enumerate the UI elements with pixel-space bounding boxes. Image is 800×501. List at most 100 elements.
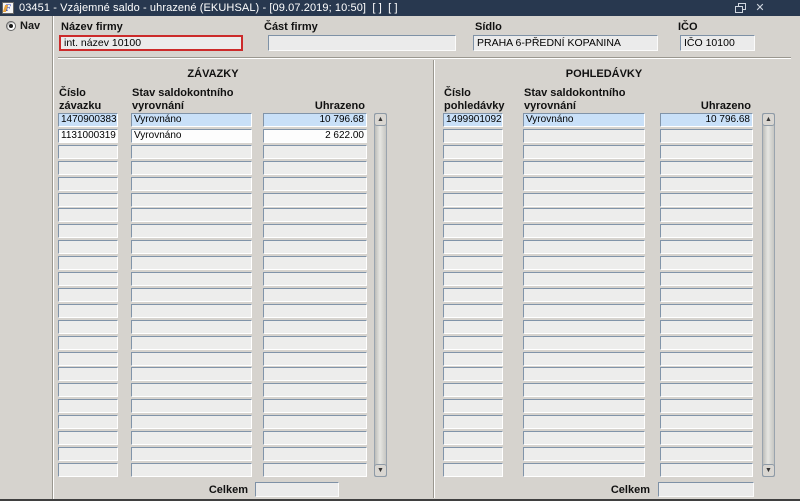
zavazky-cell-uhrazeno[interactable]	[263, 176, 367, 191]
pohledavky-cell-uhrazeno[interactable]	[660, 335, 753, 350]
pohledavky-cell-uhrazeno[interactable]	[660, 399, 753, 414]
pohledavky-scroll-up-icon[interactable]: ▲	[762, 113, 775, 126]
pohledavky-cell-uhrazeno[interactable]	[660, 446, 753, 461]
pohledavky-cell-uhrazeno[interactable]	[660, 367, 753, 382]
zavazky-cell-cislo[interactable]	[58, 303, 118, 318]
zavazky-cell-cislo[interactable]	[58, 462, 118, 477]
pohledavky-cell-cislo[interactable]	[443, 415, 503, 430]
close-window-icon[interactable]: ✕	[754, 2, 766, 14]
zavazky-cell-uhrazeno[interactable]: 10 796.68	[263, 113, 367, 127]
pohledavky-cell-uhrazeno[interactable]	[660, 383, 753, 398]
pohledavky-cell-uhrazeno[interactable]	[660, 462, 753, 477]
zavazky-celkem-field[interactable]	[255, 482, 339, 497]
pohledavky-cell-cislo[interactable]	[443, 335, 503, 350]
zavazky-cell-uhrazeno[interactable]	[263, 335, 367, 350]
zavazky-scroll-up-icon[interactable]: ▲	[374, 113, 387, 126]
zavazky-cell-uhrazeno[interactable]	[263, 446, 367, 461]
restore-window-icon[interactable]	[734, 2, 746, 14]
pohledavky-cell-uhrazeno[interactable]	[660, 160, 753, 175]
zavazky-cell-stav[interactable]	[131, 192, 252, 207]
zavazky-cell-uhrazeno[interactable]	[263, 415, 367, 430]
pohledavky-cell-cislo[interactable]	[443, 287, 503, 302]
pohledavky-cell-cislo[interactable]	[443, 431, 503, 445]
pohledavky-cell-stav[interactable]	[523, 192, 645, 207]
zavazky-cell-cislo[interactable]	[58, 351, 118, 366]
zavazky-cell-stav[interactable]	[131, 351, 252, 366]
pohledavky-cell-cislo[interactable]	[443, 351, 503, 366]
zavazky-cell-stav[interactable]	[131, 462, 252, 477]
pohledavky-cell-cislo[interactable]	[443, 367, 503, 382]
pohledavky-cell-cislo[interactable]	[443, 144, 503, 159]
zavazky-cell-uhrazeno[interactable]	[263, 383, 367, 398]
pohledavky-cell-stav[interactable]	[523, 224, 645, 239]
zavazky-cell-cislo[interactable]	[58, 224, 118, 239]
zavazky-cell-cislo[interactable]	[58, 208, 118, 223]
zavazky-cell-stav[interactable]	[131, 208, 252, 223]
zavazky-cell-cislo[interactable]	[58, 256, 118, 271]
pohledavky-cell-stav[interactable]	[523, 240, 645, 255]
pohledavky-cell-stav[interactable]	[523, 351, 645, 366]
pohledavky-cell-cislo[interactable]	[443, 160, 503, 175]
pohledavky-cell-cislo[interactable]	[443, 240, 503, 255]
pohledavky-cell-uhrazeno[interactable]: 10 796.68	[660, 113, 753, 127]
pohledavky-scrollbar[interactable]	[762, 113, 775, 477]
pohledavky-cell-stav[interactable]	[523, 462, 645, 477]
pohledavky-cell-stav[interactable]	[523, 208, 645, 223]
cast-firmy-input[interactable]	[268, 35, 456, 51]
pohledavky-cell-cislo[interactable]	[443, 176, 503, 191]
pohledavky-cell-cislo[interactable]	[443, 224, 503, 239]
zavazky-cell-cislo[interactable]	[58, 431, 118, 445]
nav-radio-button[interactable]	[6, 21, 16, 31]
zavazky-cell-uhrazeno[interactable]	[263, 367, 367, 382]
zavazky-cell-stav[interactable]	[131, 431, 252, 445]
pohledavky-cell-stav[interactable]	[523, 335, 645, 350]
zavazky-cell-stav[interactable]	[131, 144, 252, 159]
nav-radio-group[interactable]: Nav	[6, 20, 40, 32]
zavazky-cell-uhrazeno[interactable]	[263, 256, 367, 271]
pohledavky-cell-cislo[interactable]	[443, 462, 503, 477]
zavazky-cell-uhrazeno[interactable]	[263, 431, 367, 445]
zavazky-cell-cislo[interactable]: 1470900383	[58, 113, 118, 127]
pohledavky-cell-uhrazeno[interactable]	[660, 224, 753, 239]
pohledavky-cell-uhrazeno[interactable]	[660, 319, 753, 334]
zavazky-cell-uhrazeno[interactable]	[263, 208, 367, 223]
sidlo-input[interactable]: PRAHA 6-PŘEDNÍ KOPANINA	[473, 35, 658, 51]
zavazky-cell-stav[interactable]	[131, 240, 252, 255]
zavazky-cell-cislo[interactable]	[58, 240, 118, 255]
zavazky-cell-cislo[interactable]	[58, 192, 118, 207]
zavazky-cell-cislo[interactable]	[58, 160, 118, 175]
pohledavky-cell-stav[interactable]	[523, 415, 645, 430]
zavazky-cell-uhrazeno[interactable]	[263, 160, 367, 175]
zavazky-cell-cislo[interactable]	[58, 287, 118, 302]
zavazky-cell-cislo[interactable]	[58, 415, 118, 430]
zavazky-cell-uhrazeno[interactable]	[263, 240, 367, 255]
zavazky-cell-uhrazeno[interactable]	[263, 319, 367, 334]
pohledavky-cell-cislo[interactable]	[443, 256, 503, 271]
pohledavky-cell-cislo[interactable]	[443, 128, 503, 143]
pohledavky-cell-stav[interactable]	[523, 446, 645, 461]
zavazky-cell-stav[interactable]	[131, 272, 252, 286]
zavazky-cell-cislo[interactable]	[58, 399, 118, 414]
pohledavky-cell-stav[interactable]	[523, 303, 645, 318]
pohledavky-cell-cislo[interactable]	[443, 208, 503, 223]
pohledavky-cell-uhrazeno[interactable]	[660, 287, 753, 302]
zavazky-cell-uhrazeno[interactable]	[263, 224, 367, 239]
pohledavky-cell-stav[interactable]	[523, 176, 645, 191]
zavazky-cell-uhrazeno[interactable]	[263, 287, 367, 302]
pohledavky-celkem-field[interactable]	[658, 482, 754, 497]
zavazky-cell-stav[interactable]	[131, 224, 252, 239]
zavazky-cell-cislo[interactable]	[58, 144, 118, 159]
pohledavky-cell-cislo[interactable]	[443, 319, 503, 334]
zavazky-cell-stav[interactable]	[131, 256, 252, 271]
zavazky-cell-stav[interactable]	[131, 383, 252, 398]
zavazky-cell-cislo[interactable]	[58, 367, 118, 382]
zavazky-cell-uhrazeno[interactable]	[263, 351, 367, 366]
pohledavky-cell-uhrazeno[interactable]	[660, 208, 753, 223]
pohledavky-cell-stav[interactable]	[523, 367, 645, 382]
pohledavky-cell-uhrazeno[interactable]	[660, 128, 753, 143]
pohledavky-cell-stav[interactable]: Vyrovnáno	[523, 113, 645, 127]
pohledavky-cell-cislo[interactable]	[443, 303, 503, 318]
pohledavky-cell-cislo[interactable]	[443, 383, 503, 398]
zavazky-cell-stav[interactable]	[131, 367, 252, 382]
zavazky-cell-uhrazeno[interactable]	[263, 272, 367, 286]
